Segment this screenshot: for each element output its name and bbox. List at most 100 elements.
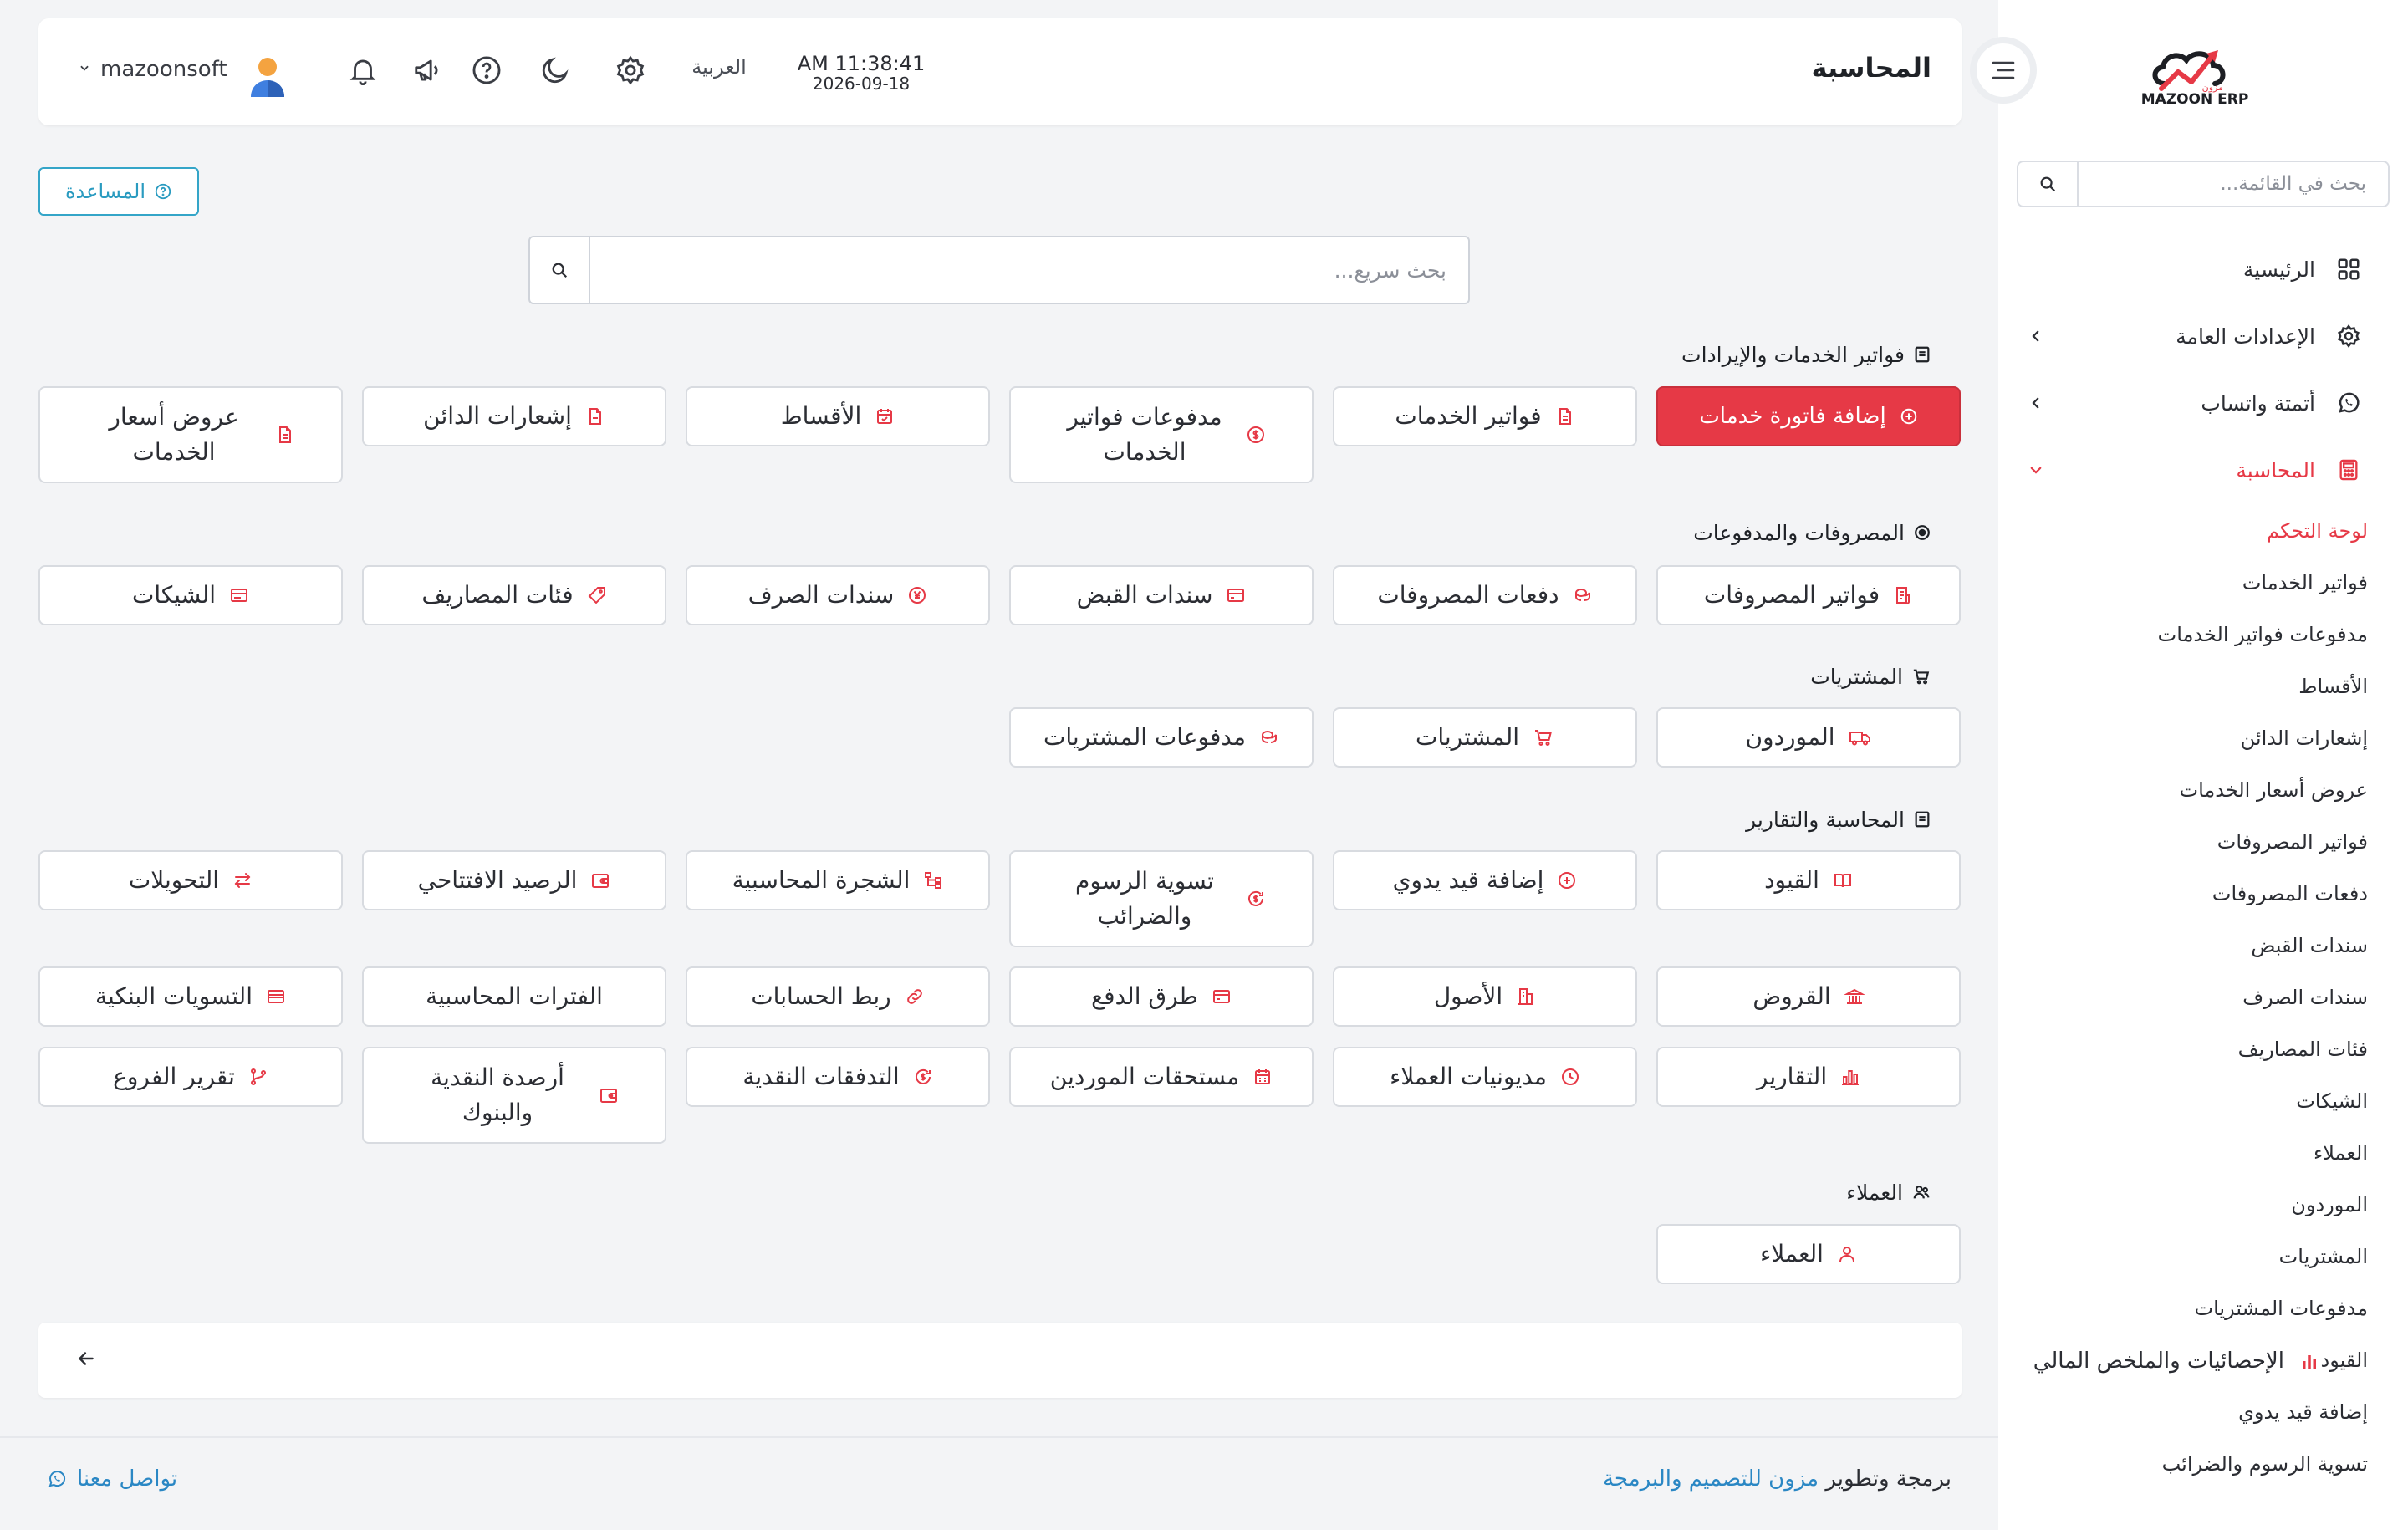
suppliers-button[interactable]: الموردون xyxy=(1656,707,1961,768)
language-switch[interactable]: العربية xyxy=(681,55,757,79)
loans-button[interactable]: القروض xyxy=(1656,966,1961,1027)
bank-reconciliations-button[interactable]: التسويات البنكية xyxy=(38,966,343,1027)
sidebar-sub-service-invoice-payments[interactable]: مدفوعات فواتير الخدمات xyxy=(2158,618,2368,651)
cash-bank-balances-button[interactable]: أرصدة النقدية والبنوك xyxy=(362,1047,666,1144)
credit-card-icon xyxy=(1212,987,1232,1007)
sidebar-sub-cheques[interactable]: الشيكات xyxy=(2296,1084,2368,1118)
sidebar-item-label: الرئيسية xyxy=(2242,257,2315,282)
add-service-invoice-button[interactable]: إضافة فاتورة خدمات xyxy=(1656,386,1961,446)
purchases-button[interactable]: المشتريات xyxy=(1333,707,1637,768)
sidebar-sub-journal-entries[interactable]: القيود xyxy=(2321,1344,2368,1377)
stats-summary-label[interactable]: الإحصائيات والملخص المالي xyxy=(2033,1344,2319,1378)
yen-circle-icon xyxy=(907,585,927,605)
button-label: القيود xyxy=(1764,866,1819,894)
sidebar-sub-dashboard[interactable]: لوحة التحكم xyxy=(2267,514,2368,548)
section-title-purchases: المشتريات xyxy=(1810,660,1931,693)
button-label: مديونيات العملاء xyxy=(1390,1063,1547,1090)
sidebar-sub-fees-tax-settlement[interactable]: تسوية الرسوم والضرائب xyxy=(2162,1447,2368,1481)
search-icon xyxy=(2038,175,2057,193)
bar-chart-icon xyxy=(1840,1067,1860,1087)
sidebar-search xyxy=(2017,161,2390,207)
moon-icon[interactable] xyxy=(537,52,574,89)
sidebar-sub-customers[interactable]: العملاء xyxy=(2314,1136,2368,1170)
user-name[interactable]: mazoonsoft xyxy=(100,57,227,82)
assets-button[interactable]: الأصول xyxy=(1333,966,1637,1027)
sidebar-search-input[interactable] xyxy=(2079,162,2388,206)
add-manual-entry-button[interactable]: إضافة قيد يدوي xyxy=(1333,850,1637,910)
megaphone-icon[interactable] xyxy=(410,52,446,89)
sidebar-search-button[interactable] xyxy=(2018,162,2079,206)
sidebar-sub-purchase-payments[interactable]: مدفوعات المشتريات xyxy=(2194,1292,2368,1325)
service-invoices-button[interactable]: فواتير الخدمات xyxy=(1333,386,1637,446)
fees-tax-settlement-button[interactable]: تسوية الرسوم والضرائب xyxy=(1009,850,1314,947)
avatar[interactable] xyxy=(247,54,288,99)
sidebar-item-settings[interactable]: الإعدادات العامة xyxy=(2019,313,2370,360)
expense-invoices-button[interactable]: فواتير المصروفات xyxy=(1656,565,1961,625)
sidebar-sub-expense-payments[interactable]: دفعات المصروفات xyxy=(2212,877,2368,910)
credit-notes-button[interactable]: إشعارات الدائن xyxy=(362,386,666,446)
journal-entries-button[interactable]: القيود xyxy=(1656,850,1961,910)
sidebar-item-label: الإعدادات العامة xyxy=(2176,324,2315,349)
sidebar-sub-service-quotes[interactable]: عروض أسعار الخدمات xyxy=(2179,773,2368,807)
sidebar-item-whatsapp[interactable]: أتمتة واتساب xyxy=(2019,380,2370,426)
sidebar-sub-installments[interactable]: الأقساط xyxy=(2298,670,2368,703)
search-icon xyxy=(550,261,569,279)
button-label: دفعات المصروفات xyxy=(1377,581,1559,609)
payment-vouchers-button[interactable]: سندات الصرف xyxy=(686,565,990,625)
opening-balance-button[interactable]: الرصيد الافتتاحي xyxy=(362,850,666,910)
brand-text: MAZOON ERP xyxy=(2141,91,2249,108)
button-label: مستحقات الموردين xyxy=(1049,1063,1240,1090)
receipt-vouchers-button[interactable]: سندات القبض xyxy=(1009,565,1314,625)
chart-of-accounts-button[interactable]: الشجرة المحاسبية xyxy=(686,850,990,910)
sidebar-sub-manual-entry[interactable]: إضافة قيد يدوي xyxy=(2238,1395,2368,1429)
settings-gear-icon[interactable] xyxy=(612,52,649,89)
sidebar-sub-payment-vouchers[interactable]: سندات الصرف xyxy=(2242,981,2368,1014)
reports-button[interactable]: التقارير xyxy=(1656,1047,1961,1107)
arrow-left-icon[interactable] xyxy=(75,1348,97,1369)
sidebar-sub-expense-invoices[interactable]: فواتير المصروفات xyxy=(2217,825,2368,859)
menu-toggle-button[interactable] xyxy=(1970,37,2037,104)
payment-methods-button[interactable]: طرق الدفع xyxy=(1009,966,1314,1027)
button-label: التدفقات النقدية xyxy=(742,1063,900,1090)
cash-flows-button[interactable]: التدفقات النقدية xyxy=(686,1047,990,1107)
transfers-button[interactable]: التحويلات xyxy=(38,850,343,910)
accounting-periods-button[interactable]: الفترات المحاسبية xyxy=(362,966,666,1027)
sidebar-sub-service-invoices[interactable]: فواتير الخدمات xyxy=(2242,566,2368,599)
quick-search-input[interactable] xyxy=(590,237,1468,303)
cheques-button[interactable]: الشيكات xyxy=(38,565,343,625)
stats-summary-bar[interactable] xyxy=(38,1323,1962,1398)
purchase-payments-button[interactable]: مدفوعات المشتريات xyxy=(1009,707,1314,768)
sidebar-item-accounting[interactable]: المحاسبة xyxy=(2019,446,2370,493)
quick-search-button[interactable] xyxy=(530,237,590,303)
section-title-service-invoices: فواتير الخدمات والإيرادات xyxy=(1681,338,1931,371)
service-quotes-button[interactable]: عروض أسعار الخدمات xyxy=(38,386,343,483)
sidebar-item-home[interactable]: الرئيسية xyxy=(2019,246,2370,293)
sidebar-sub-receipt-vouchers[interactable]: سندات القبض xyxy=(2251,929,2368,962)
bell-icon[interactable] xyxy=(344,52,381,89)
expense-categories-button[interactable]: فئات المصاريف xyxy=(362,565,666,625)
help-button-label: المساعدة xyxy=(64,180,146,203)
section-title-customers: العملاء xyxy=(1846,1176,1931,1209)
help-circle-icon[interactable] xyxy=(468,52,505,89)
footer-credit-link[interactable]: مزون للتصميم والبرمجة xyxy=(1603,1466,1819,1492)
expense-payments-button[interactable]: دفعات المصروفات xyxy=(1333,565,1637,625)
brand-logo[interactable]: مزون MAZOON ERP xyxy=(2128,32,2262,115)
sidebar-sub-credit-notes[interactable]: إشعارات الدائن xyxy=(2241,722,2368,755)
sidebar-sub-purchases[interactable]: المشتريات xyxy=(2279,1240,2368,1273)
chevron-down-icon[interactable] xyxy=(79,62,90,74)
customers-button[interactable]: العملاء xyxy=(1656,1224,1961,1284)
sidebar-sub-expense-categories[interactable]: فئات المصاريف xyxy=(2238,1033,2368,1066)
customer-debts-button[interactable]: مديونيات العملاء xyxy=(1333,1047,1637,1107)
sidebar-sub-suppliers[interactable]: الموردون xyxy=(2291,1188,2368,1221)
help-button[interactable]: المساعدة xyxy=(38,167,199,216)
branches-report-button[interactable]: تقرير الفروع xyxy=(38,1047,343,1107)
footer-divider xyxy=(0,1436,1998,1438)
receipt-icon xyxy=(1893,585,1913,605)
account-linking-button[interactable]: ربط الحسابات xyxy=(686,966,990,1027)
supplier-dues-button[interactable]: مستحقات الموردين xyxy=(1009,1047,1314,1107)
top-bar xyxy=(38,18,1962,125)
contact-us-link[interactable]: تواصل معنا xyxy=(47,1466,177,1492)
service-invoice-payments-button[interactable]: مدفوعات فواتير الخدمات xyxy=(1009,386,1314,483)
installments-button[interactable]: الأقساط xyxy=(686,386,990,446)
quick-search xyxy=(528,236,1470,304)
